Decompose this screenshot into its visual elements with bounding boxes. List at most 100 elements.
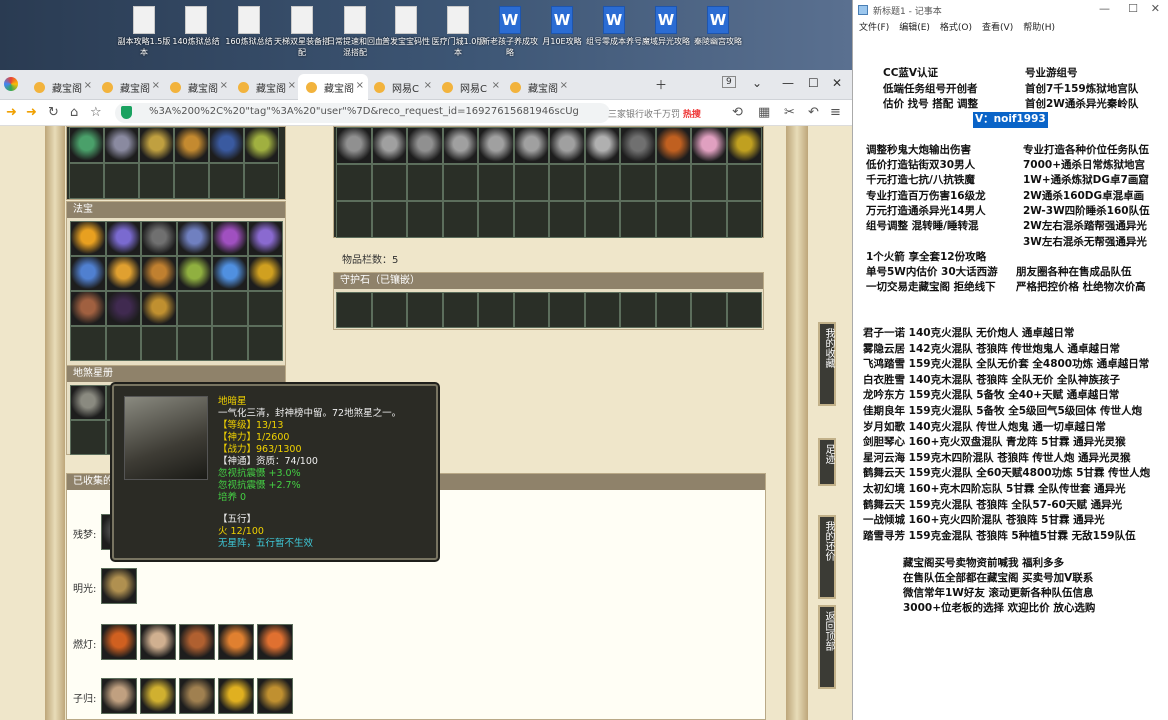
fabao-item[interactable] bbox=[105, 221, 141, 256]
fabao-empty-slot[interactable] bbox=[212, 291, 248, 326]
inventory-item[interactable] bbox=[478, 127, 514, 164]
guard-stone-empty-slot[interactable] bbox=[620, 292, 656, 328]
swap-icon[interactable]: ⟲ bbox=[732, 105, 743, 120]
desktop-icon[interactable]: 普发宝宝码性 bbox=[378, 6, 434, 66]
fabao-item[interactable] bbox=[105, 291, 141, 326]
browser-tab[interactable]: 藏宝阁 × bbox=[502, 74, 572, 100]
url-bar[interactable]: %3A%200%2C%20"tag"%3A%20"user"%7D&reco_r… bbox=[115, 103, 610, 123]
tab-count-badge[interactable]: 9 bbox=[722, 76, 736, 88]
browser-tab[interactable]: 藏宝阁 × bbox=[94, 74, 164, 100]
fabao-item[interactable] bbox=[141, 291, 177, 326]
inventory-item[interactable] bbox=[371, 127, 407, 164]
equipment-empty-slot[interactable] bbox=[104, 163, 139, 199]
notepad-menu-item[interactable]: 文件(F) bbox=[859, 23, 889, 33]
guard-stone-empty-slot[interactable] bbox=[336, 292, 372, 328]
inventory-item[interactable] bbox=[336, 127, 372, 164]
forward-icon[interactable]: ➜ bbox=[26, 105, 37, 120]
close-icon[interactable]: ✕ bbox=[832, 76, 842, 90]
footprint-button[interactable]: 足迹 bbox=[818, 438, 836, 486]
desktop-icon[interactable]: W 秦陵幽宫攻略 bbox=[690, 6, 746, 66]
back-icon[interactable]: ➜ bbox=[6, 105, 17, 120]
collection-item[interactable] bbox=[140, 624, 176, 660]
inventory-item[interactable] bbox=[549, 127, 585, 164]
reload-icon[interactable]: ↻ bbox=[48, 105, 59, 120]
inventory-empty-slot[interactable] bbox=[691, 201, 727, 238]
desktop-icon[interactable]: 医疗门城1.0版本 bbox=[430, 6, 486, 66]
fabao-item[interactable] bbox=[212, 256, 248, 291]
browser-tab[interactable]: 网易C × bbox=[366, 74, 436, 100]
collection-item[interactable] bbox=[218, 624, 254, 660]
browser-tab[interactable]: 藏宝阁 × bbox=[26, 74, 96, 100]
inventory-empty-slot[interactable] bbox=[549, 164, 585, 201]
collection-item[interactable] bbox=[218, 678, 254, 714]
equipment-item[interactable] bbox=[139, 127, 174, 163]
collection-item[interactable] bbox=[101, 568, 137, 604]
inventory-empty-slot[interactable] bbox=[336, 164, 372, 201]
new-tab-button[interactable]: ＋ bbox=[655, 76, 667, 93]
inventory-item[interactable] bbox=[407, 127, 443, 164]
fabao-item[interactable] bbox=[141, 256, 177, 291]
equipment-empty-slot[interactable] bbox=[174, 163, 209, 199]
equipment-item[interactable] bbox=[69, 127, 104, 163]
fabao-empty-slot[interactable] bbox=[141, 326, 177, 361]
fabao-empty-slot[interactable] bbox=[176, 326, 212, 361]
collection-item[interactable] bbox=[140, 678, 176, 714]
guard-stone-empty-slot[interactable] bbox=[549, 292, 585, 328]
inventory-empty-slot[interactable] bbox=[407, 201, 443, 238]
guard-stone-empty-slot[interactable] bbox=[371, 292, 407, 328]
chevron-down-icon[interactable]: ⌄ bbox=[752, 76, 762, 90]
equipment-item[interactable] bbox=[244, 127, 279, 163]
fabao-item[interactable] bbox=[247, 256, 283, 291]
inventory-empty-slot[interactable] bbox=[691, 164, 727, 201]
minimize-icon[interactable]: — bbox=[782, 76, 794, 90]
tab-close-icon[interactable]: × bbox=[288, 80, 296, 91]
guard-stone-empty-slot[interactable] bbox=[584, 292, 620, 328]
inventory-item[interactable] bbox=[655, 127, 691, 164]
fabao-item[interactable] bbox=[141, 221, 177, 256]
fabao-item[interactable] bbox=[176, 256, 212, 291]
collection-item[interactable] bbox=[179, 624, 215, 660]
desktop-icon[interactable]: W 魔域异光攻略 bbox=[638, 6, 694, 66]
inventory-empty-slot[interactable] bbox=[513, 201, 549, 238]
fabao-item[interactable] bbox=[70, 256, 106, 291]
notepad-menu-item[interactable]: 帮助(H) bbox=[1023, 23, 1055, 33]
equipment-item[interactable] bbox=[209, 127, 244, 163]
inventory-empty-slot[interactable] bbox=[549, 201, 585, 238]
tab-close-icon[interactable]: × bbox=[356, 80, 364, 91]
guard-stone-empty-slot[interactable] bbox=[655, 292, 691, 328]
equipment-item[interactable] bbox=[104, 127, 139, 163]
equipment-item[interactable] bbox=[174, 127, 209, 163]
inventory-empty-slot[interactable] bbox=[726, 201, 762, 238]
collection-item[interactable] bbox=[101, 678, 137, 714]
notepad-menu-item[interactable]: 编辑(E) bbox=[899, 23, 930, 33]
fabao-empty-slot[interactable] bbox=[176, 291, 212, 326]
fabao-empty-slot[interactable] bbox=[247, 291, 283, 326]
fabao-item[interactable] bbox=[247, 221, 283, 256]
search-box[interactable]: 三家银行收千万罚 热搜 bbox=[600, 104, 718, 122]
inventory-empty-slot[interactable] bbox=[584, 201, 620, 238]
collection-item[interactable] bbox=[101, 624, 137, 660]
inventory-item[interactable] bbox=[726, 127, 762, 164]
collection-item[interactable] bbox=[179, 678, 215, 714]
guard-stone-empty-slot[interactable] bbox=[407, 292, 443, 328]
guard-stone-empty-slot[interactable] bbox=[726, 292, 762, 328]
maximize-icon[interactable]: ☐ bbox=[1128, 2, 1138, 15]
grid-icon[interactable]: ▦ bbox=[758, 105, 770, 120]
browser-tab[interactable]: 藏宝阁 × bbox=[298, 74, 368, 100]
collection-item[interactable] bbox=[257, 624, 293, 660]
inventory-item[interactable] bbox=[584, 127, 620, 164]
tab-close-icon[interactable]: × bbox=[84, 80, 92, 91]
scissors-icon[interactable]: ✂ bbox=[784, 105, 795, 120]
back-to-top-button[interactable]: 返回顶部 bbox=[818, 605, 836, 689]
inventory-empty-slot[interactable] bbox=[620, 164, 656, 201]
tab-close-icon[interactable]: × bbox=[220, 80, 228, 91]
fabao-item[interactable] bbox=[176, 221, 212, 256]
fabao-item[interactable] bbox=[70, 221, 106, 256]
desktop-icon[interactable]: W 组号零成本养号 bbox=[586, 6, 642, 66]
maximize-icon[interactable]: ☐ bbox=[808, 76, 819, 90]
inventory-empty-slot[interactable] bbox=[726, 164, 762, 201]
browser-logo-icon[interactable] bbox=[4, 77, 18, 91]
equipment-empty-slot[interactable] bbox=[139, 163, 174, 199]
inventory-empty-slot[interactable] bbox=[655, 201, 691, 238]
browser-tab[interactable]: 藏宝阁 × bbox=[230, 74, 300, 100]
